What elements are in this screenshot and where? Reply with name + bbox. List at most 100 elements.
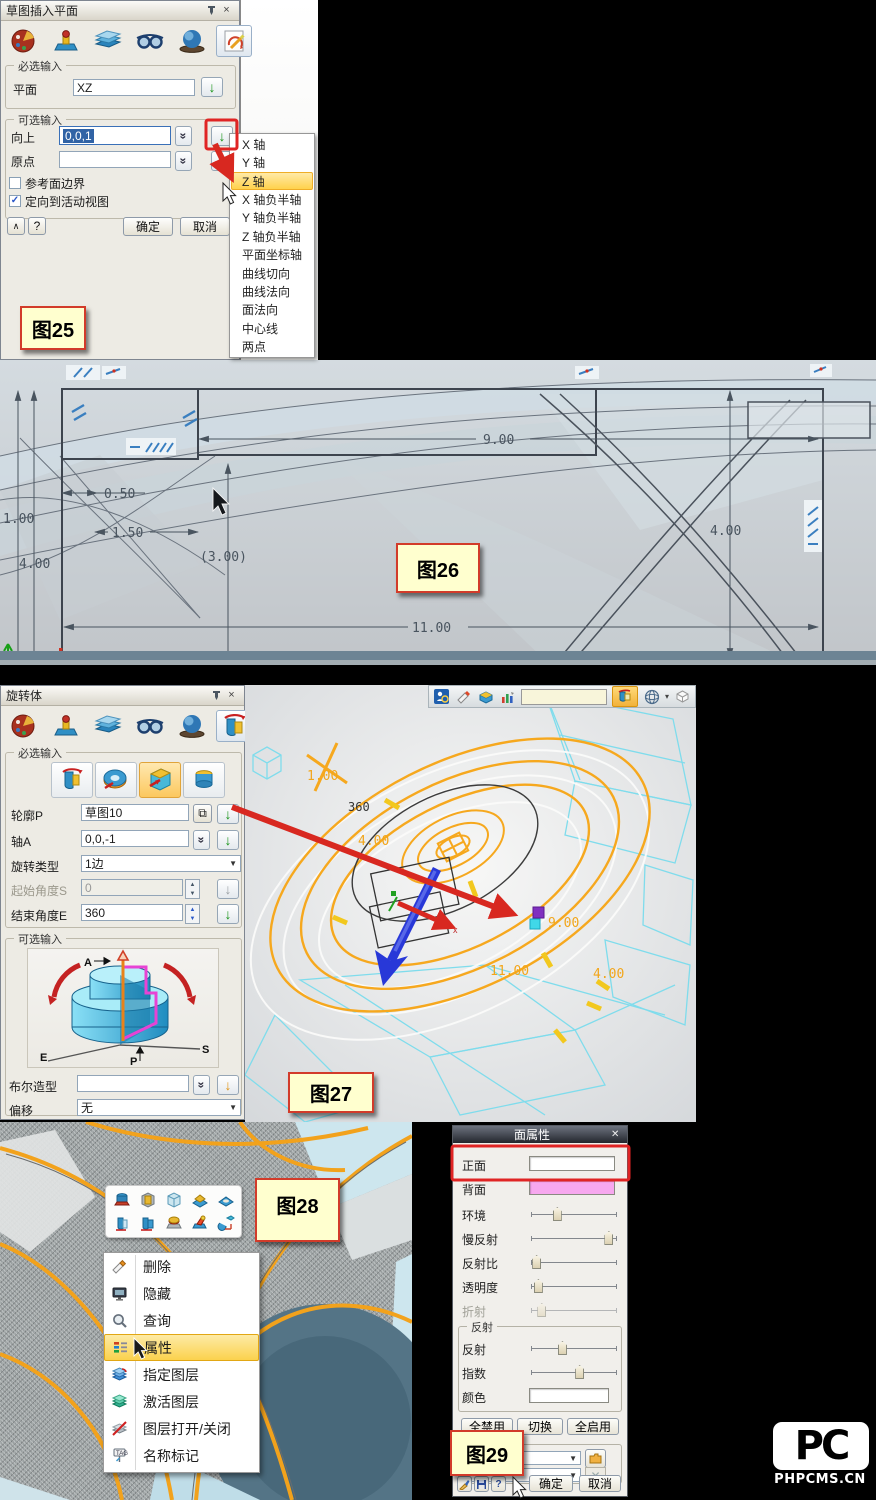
transparency-slider[interactable] xyxy=(531,1286,617,1287)
end-angle-arrow-button[interactable]: ↓ xyxy=(217,904,239,924)
reflectance-slider[interactable] xyxy=(531,1262,617,1263)
exponent-slider[interactable] xyxy=(531,1372,617,1373)
menu-item-z-axis[interactable]: Z 轴 xyxy=(231,172,313,191)
help-button[interactable]: ? xyxy=(28,217,46,235)
ambient-slider[interactable] xyxy=(531,1214,617,1215)
origin-input[interactable] xyxy=(59,151,171,168)
menu-item-curve-tangent[interactable]: 曲线切向 xyxy=(231,264,313,282)
glasses-icon[interactable] xyxy=(132,25,168,57)
help-icon[interactable]: ? xyxy=(491,1476,506,1492)
profile-reuse-button[interactable]: ⧉ xyxy=(193,804,212,823)
offset-select[interactable]: 无▼ xyxy=(77,1099,241,1116)
brush-icon[interactable] xyxy=(457,1476,472,1492)
plane-input[interactable]: XZ xyxy=(73,79,195,96)
view-cube-icon[interactable] xyxy=(674,689,691,705)
collapse-button[interactable]: ∧ xyxy=(7,217,25,235)
menu-item-y-neg-axis[interactable]: Y 轴负半轴 xyxy=(231,209,313,227)
menu-item-name-tag[interactable]: TAG 名称标记 xyxy=(104,1442,259,1469)
refraction-slider[interactable] xyxy=(531,1310,617,1311)
revolve-mode-thicken-button[interactable] xyxy=(95,762,137,798)
pin-icon[interactable] xyxy=(209,689,224,703)
face-cancel-button[interactable]: 取消 xyxy=(579,1475,621,1492)
eraser-icon[interactable] xyxy=(455,689,472,705)
boolean-input[interactable] xyxy=(77,1075,189,1092)
up-input[interactable]: 0,0,1 xyxy=(59,126,171,145)
menu-item-plane-axis[interactable]: 平面坐标轴 xyxy=(231,246,313,264)
menu-item-y-axis[interactable]: Y 轴 xyxy=(231,153,313,171)
plane-pick-arrow-button[interactable]: ↓ xyxy=(201,77,223,97)
menu-item-layer-toggle[interactable]: 图层打开/关闭 xyxy=(104,1415,259,1442)
orient-view-checkbox[interactable]: ✓ xyxy=(9,195,21,207)
end-angle-input[interactable]: 360 xyxy=(81,904,183,921)
reflect-slider[interactable] xyxy=(531,1348,617,1349)
menu-item-query[interactable]: 查询 xyxy=(104,1307,259,1334)
layers-book-icon[interactable] xyxy=(90,710,126,742)
ok-button[interactable]: 确定 xyxy=(123,217,173,236)
render-sphere-icon[interactable] xyxy=(174,710,210,742)
feature-pattern-icon[interactable] xyxy=(216,1214,236,1233)
back-color-swatch[interactable] xyxy=(529,1180,615,1195)
menu-item-z-neg-axis[interactable]: Z 轴负半轴 xyxy=(231,227,313,245)
up-expand-button[interactable]: » xyxy=(175,126,192,146)
boolean-arrow-button[interactable]: ↓ xyxy=(217,1075,239,1095)
feature-sweep-icon[interactable] xyxy=(164,1214,184,1233)
feature-shell-icon[interactable] xyxy=(164,1190,184,1209)
layers-book-icon[interactable] xyxy=(90,25,126,57)
revolve-active-button[interactable] xyxy=(612,686,638,707)
revolve-viewport-canvas[interactable]: x 1.00 360 4.00 9.00 11.00 4.00 xyxy=(245,685,696,1122)
ref-boundary-checkbox[interactable] xyxy=(9,177,21,189)
origin-expand-button[interactable]: » xyxy=(175,151,192,171)
stamp-icon[interactable] xyxy=(48,25,84,57)
cancel-button[interactable]: 取消 xyxy=(180,217,230,236)
axis-pick-arrow-button[interactable]: ↓ xyxy=(217,830,239,850)
axis-expand-button[interactable]: » xyxy=(193,830,210,850)
end-angle-spinner[interactable]: ▲▼ xyxy=(185,904,200,924)
menu-item-curve-normal[interactable]: 曲线法向 xyxy=(231,282,313,300)
feature-draft-icon[interactable] xyxy=(190,1190,210,1209)
display-mode-caret-icon[interactable]: ▾ xyxy=(665,692,669,701)
menu-item-hide[interactable]: 隐藏 xyxy=(104,1280,259,1307)
feature-revolve1-icon[interactable] xyxy=(112,1214,132,1233)
sketch-icon[interactable] xyxy=(216,25,252,57)
menu-item-centerline[interactable]: 中心线 xyxy=(231,319,313,337)
start-angle-input[interactable]: 0 xyxy=(81,879,183,896)
display-mode-icon[interactable] xyxy=(643,689,660,705)
feature-revolve2-icon[interactable] xyxy=(138,1214,158,1233)
render-palette-icon[interactable] xyxy=(6,25,42,57)
revolve-type-select[interactable]: 1边▼ xyxy=(81,855,241,872)
menu-item-two-points[interactable]: 两点 xyxy=(231,338,313,356)
part-box-icon[interactable] xyxy=(477,689,494,705)
glasses-icon[interactable] xyxy=(132,710,168,742)
start-angle-spinner[interactable]: ▲▼ xyxy=(185,879,200,899)
enable-all-button[interactable]: 全启用 xyxy=(567,1418,619,1435)
diffuse-slider[interactable] xyxy=(531,1238,617,1239)
menu-item-activate-layer[interactable]: 激活图层 xyxy=(104,1388,259,1415)
sketch-viewport-canvas[interactable]: 9.00 0.50 1.50 1.00 4.00 (3.00) 11.00 4.… xyxy=(0,360,876,665)
close-icon[interactable]: × xyxy=(224,689,239,703)
front-color-swatch[interactable] xyxy=(529,1156,615,1171)
close-icon[interactable]: × xyxy=(219,4,234,18)
profile-pick-arrow-button[interactable]: ↓ xyxy=(217,804,239,824)
profile-input[interactable]: 草图10 xyxy=(81,804,189,821)
menu-item-face-normal[interactable]: 面法向 xyxy=(231,301,313,319)
axis-endpoint-handle[interactable] xyxy=(533,907,544,918)
menu-item-properties[interactable]: 属性 xyxy=(104,1334,259,1361)
menu-item-delete[interactable]: 删除 xyxy=(104,1253,259,1280)
render-palette-icon[interactable] xyxy=(6,710,42,742)
menu-item-x-neg-axis[interactable]: X 轴负半轴 xyxy=(231,190,313,208)
reflect-color-swatch[interactable] xyxy=(529,1388,609,1403)
render-sphere-icon[interactable] xyxy=(174,25,210,57)
close-icon[interactable]: ✕ xyxy=(611,1129,627,1140)
menu-item-x-axis[interactable]: X 轴 xyxy=(231,135,313,153)
revolve-mode-sheet-button[interactable] xyxy=(139,762,181,798)
revolve-mode-basic-button[interactable] xyxy=(51,762,93,798)
boolean-expand-button[interactable]: » xyxy=(193,1075,210,1095)
pin-icon[interactable] xyxy=(204,4,219,18)
inspect-icon[interactable] xyxy=(433,689,450,705)
viewport-input-field[interactable] xyxy=(521,689,607,705)
feature-loft-icon[interactable] xyxy=(190,1214,210,1233)
feature-extrude-icon[interactable] xyxy=(112,1190,132,1209)
revolve-mode-solid-button[interactable] xyxy=(183,762,225,798)
axis-input[interactable]: 0,0,-1 xyxy=(81,830,189,847)
feature-rib-icon[interactable] xyxy=(138,1190,158,1209)
